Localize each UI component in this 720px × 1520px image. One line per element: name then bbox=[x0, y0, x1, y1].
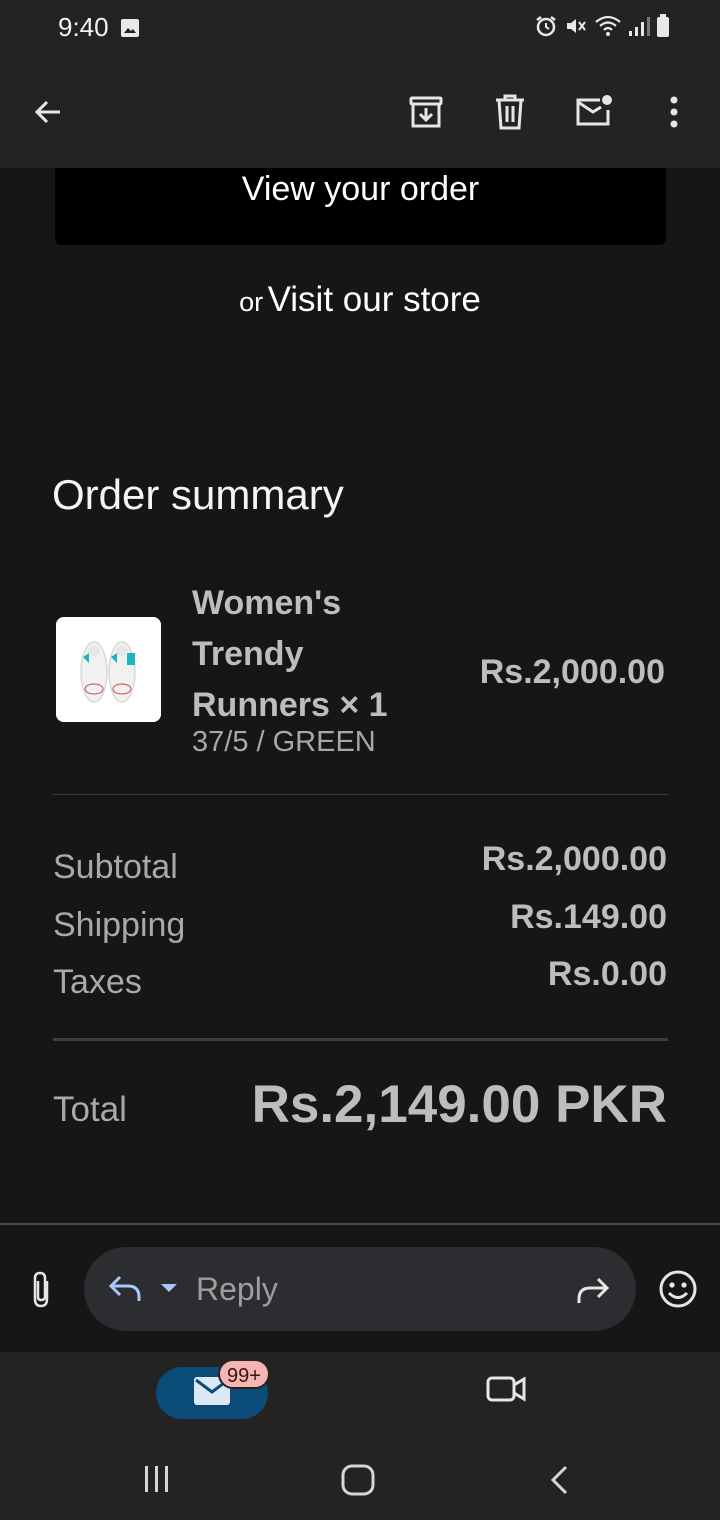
recents-icon[interactable] bbox=[142, 1464, 172, 1499]
home-icon[interactable] bbox=[341, 1464, 375, 1501]
more-vert-icon[interactable] bbox=[648, 86, 700, 138]
system-nav-bar bbox=[0, 1440, 720, 1520]
subtotal-label: Subtotal bbox=[53, 848, 178, 886]
status-bar: 9:40 bbox=[0, 0, 720, 56]
subtotal-value: Rs.2,000.00 bbox=[481, 840, 667, 878]
trash-icon[interactable] bbox=[484, 86, 536, 138]
emoji-icon[interactable] bbox=[657, 1268, 699, 1315]
visit-store-prefix: or bbox=[239, 287, 264, 317]
mark-unread-icon[interactable] bbox=[568, 86, 620, 138]
archive-icon[interactable] bbox=[400, 86, 452, 138]
view-order-label: View your order bbox=[241, 170, 480, 208]
taxes-value: Rs.0.00 bbox=[547, 955, 667, 993]
order-summary-title: Order summary bbox=[52, 471, 344, 518]
attach-icon[interactable] bbox=[20, 1268, 62, 1310]
wifi-icon bbox=[594, 14, 622, 43]
taxes-label: Taxes bbox=[53, 963, 142, 1001]
video-camera-icon bbox=[484, 1376, 528, 1408]
divider bbox=[52, 794, 669, 795]
product-name: Women's Trendy Runners × 1 bbox=[192, 578, 432, 731]
visit-store-row: or Visit our store bbox=[0, 280, 720, 320]
email-body: View your order or Visit our store Order… bbox=[0, 168, 720, 1224]
total-value: Rs.2,149.00 PKR bbox=[251, 1075, 667, 1134]
reply-placeholder: Reply bbox=[196, 1271, 278, 1307]
view-order-button[interactable]: View your order bbox=[55, 168, 666, 245]
shipping-row: Shipping Rs.149.00 bbox=[53, 898, 667, 948]
gallery-icon bbox=[120, 18, 140, 43]
product-price: Rs.2,000.00 bbox=[479, 653, 665, 691]
total-label: Total bbox=[53, 1090, 127, 1129]
signal-icon bbox=[628, 15, 650, 42]
reply-icon[interactable] bbox=[106, 1269, 144, 1312]
product-name-line: Trendy bbox=[192, 635, 304, 673]
forward-icon[interactable] bbox=[574, 1271, 612, 1314]
mute-icon bbox=[564, 14, 588, 43]
battery-icon bbox=[656, 14, 670, 43]
alarm-icon bbox=[534, 14, 558, 43]
status-time: 9:40 bbox=[58, 12, 109, 42]
product-image bbox=[56, 617, 161, 722]
unread-badge: 99+ bbox=[218, 1359, 270, 1389]
product-name-line: Women's bbox=[192, 584, 342, 622]
subtotal-row: Subtotal Rs.2,000.00 bbox=[53, 840, 667, 890]
visit-store-link[interactable]: Visit our store bbox=[268, 280, 481, 319]
taxes-row: Taxes Rs.0.00 bbox=[53, 955, 667, 1005]
app-bar bbox=[0, 56, 720, 168]
product-variant: 37/5 / GREEN bbox=[192, 726, 376, 758]
shipping-value: Rs.149.00 bbox=[510, 898, 667, 936]
bottom-nav: 99+ bbox=[0, 1352, 720, 1440]
system-back-icon[interactable] bbox=[548, 1464, 572, 1501]
status-icons bbox=[534, 14, 670, 43]
reply-input[interactable]: Reply bbox=[84, 1247, 636, 1331]
back-arrow-icon[interactable] bbox=[22, 86, 74, 138]
divider bbox=[53, 1038, 668, 1041]
shipping-label: Shipping bbox=[53, 906, 186, 944]
product-name-line: Runners × 1 bbox=[192, 686, 388, 724]
chevron-down-icon[interactable] bbox=[160, 1281, 178, 1299]
tab-meet[interactable] bbox=[484, 1372, 528, 1409]
